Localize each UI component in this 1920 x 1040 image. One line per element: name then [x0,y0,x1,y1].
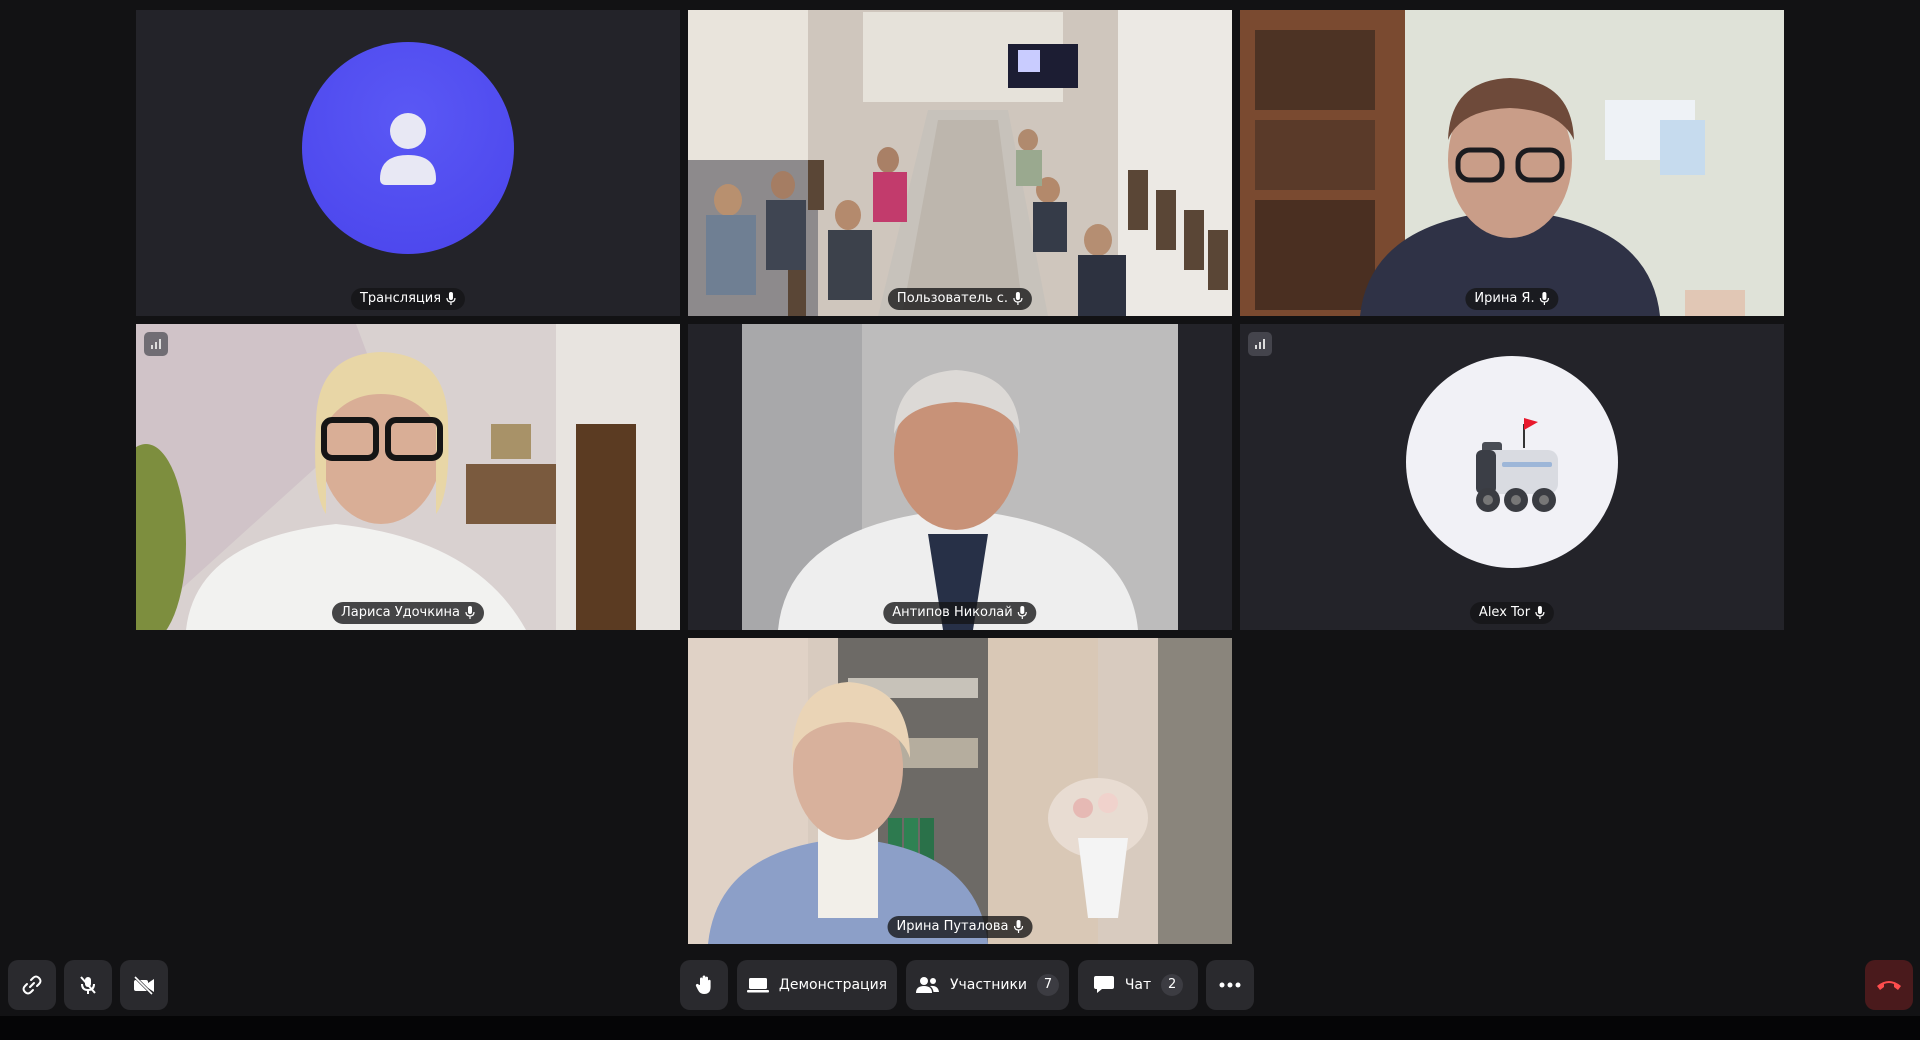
participant-tile[interactable]: Ирина Путалова [688,638,1232,944]
copy-link-button[interactable] [8,960,56,1010]
participant-tile[interactable]: Ирина Я. [1240,10,1784,316]
webcam-office-shelves-video [688,638,1232,944]
screen-share-label: Демонстрация [778,977,888,993]
mic-icon [1018,606,1028,619]
hang-up-icon [1877,981,1901,990]
mic-icon [1013,292,1023,305]
participant-name-badge: Пользователь с. [887,288,1033,310]
signal-strength-icon [1248,332,1272,356]
chat-count-badge: 2 [1161,974,1184,996]
participants-count-badge: 7 [1037,974,1060,996]
participant-name-badge: Alex Tor [1469,602,1555,624]
participant-name: Трансляция [359,291,442,306]
video-grid: Трансляция Пользователь с. Ирина Я. Лари… [0,0,1920,1016]
conference-room-video [688,10,1232,316]
participant-tile[interactable]: Лариса Удочкина [136,324,680,630]
mic-icon [446,292,456,305]
participant-tile[interactable]: Alex Tor [1240,324,1784,630]
link-icon [22,975,42,995]
screen-share-button[interactable]: Демонстрация [737,960,897,1010]
more-options-button[interactable] [1206,960,1254,1010]
participant-tile[interactable]: Антипов Николай [688,324,1232,630]
mute-mic-button[interactable] [64,960,112,1010]
participant-name: Лариса Удочкина [341,605,460,620]
participants-label: Участники [949,977,1028,993]
participant-tile[interactable]: Трансляция [136,10,680,316]
participant-name: Ирина Я. [1474,291,1535,306]
participant-name-badge: Ирина Путалова [887,916,1033,938]
user-placeholder-icon [302,42,514,254]
mic-off-icon [80,976,96,994]
participant-name: Alex Tor [1478,605,1531,620]
chat-label: Чат [1124,977,1152,993]
participant-name-badge: Антипов Николай [883,602,1037,624]
mic-icon [1540,292,1550,305]
end-call-button[interactable] [1865,960,1913,1010]
participant-name-badge: Трансляция [350,288,466,310]
participant-name: Антипов Николай [892,605,1013,620]
webcam-office-video [1240,10,1784,316]
participant-name: Пользователь с. [896,291,1009,306]
participant-name-badge: Лариса Удочкина [332,602,484,624]
participants-icon [915,977,939,993]
call-controls-bar: Демонстрация Участники 7 Чат 2 [0,960,1920,1010]
webcam-home-video [136,324,680,630]
participant-name-badge: Ирина Я. [1465,288,1559,310]
mic-icon [1013,920,1024,933]
delivery-robot-icon [1406,356,1618,568]
more-icon [1219,982,1241,988]
participants-button[interactable]: Участники 7 [906,960,1069,1010]
camera-off-button[interactable] [120,960,168,1010]
bottom-strip [0,1016,1920,1040]
signal-strength-icon [144,332,168,356]
webcam-doctor-video [688,324,1232,630]
chat-button[interactable]: Чат 2 [1078,960,1198,1010]
raise-hand-button[interactable] [680,960,728,1010]
participant-tile[interactable]: Пользователь с. [688,10,1232,316]
screen-share-icon [746,978,769,993]
hand-icon [695,975,711,994]
mic-icon [1535,606,1545,619]
mic-icon [465,606,475,619]
camera-off-icon [133,975,154,996]
participant-name: Ирина Путалова [896,919,1009,934]
chat-icon [1093,976,1114,993]
